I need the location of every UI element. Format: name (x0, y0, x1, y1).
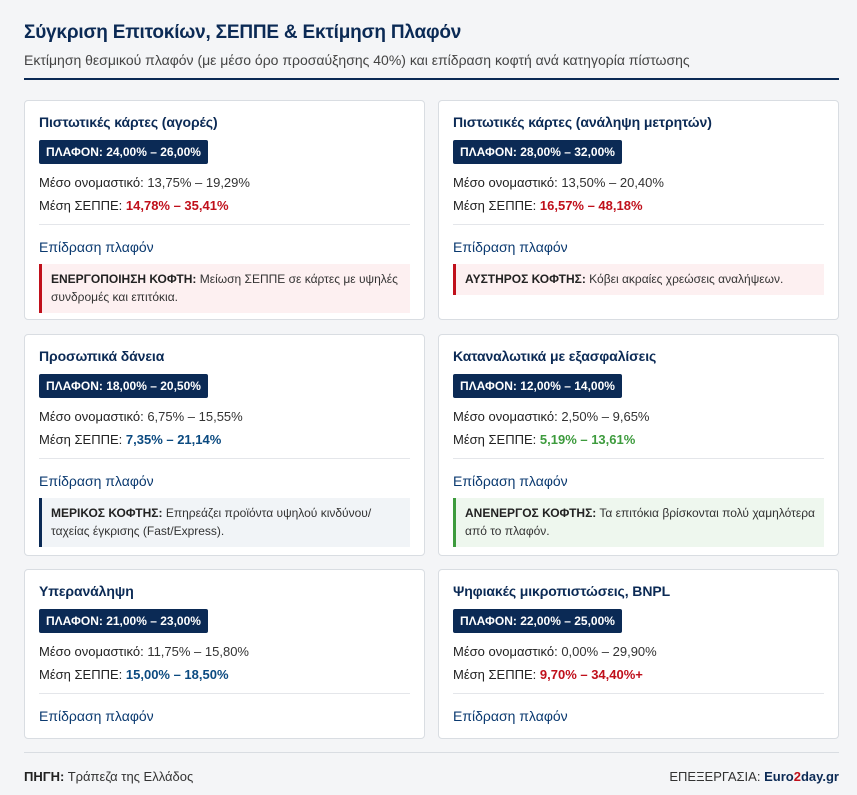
sepe-value: 14,78% – 35,41% (125, 198, 229, 213)
sepe-label: Μέση ΣΕΠΠΕ: (453, 432, 537, 447)
nominal-label: Μέσο ονομαστικό: (39, 175, 144, 190)
header-divider (24, 78, 839, 80)
card-divider (453, 224, 824, 225)
impact-heading: Επίδραση πλαφόν (39, 239, 154, 255)
impact-note: ΜΕΡΙΚΟΣ ΚΟΦΤΗΣ: Επηρεάζει προϊόντα υψηλο… (39, 498, 410, 547)
card-divider (453, 693, 824, 694)
sepe-value: 9,70% – 34,40%+ (539, 667, 643, 682)
sepe-row: Μέση ΣΕΠΠΕ: 7,35% – 21,14% (39, 431, 410, 448)
card-divider (453, 458, 824, 459)
card-personal-loans: Προσωπικά δάνεια ΠΛΑΦΟΝ: 18,00% – 20,50%… (24, 334, 425, 556)
nominal-label: Μέσο ονομαστικό: (453, 644, 558, 659)
processing-label: ΕΠΕΞΕΡΓΑΣΙΑ: (669, 769, 761, 784)
sepe-label: Μέση ΣΕΠΠΕ: (453, 198, 537, 213)
plafon-badge: ΠΛΑΦΟΝ: 22,00% – 25,00% (453, 609, 622, 633)
nominal-value: 11,75% – 15,80% (147, 644, 249, 659)
sepe-value: 7,35% – 21,14% (125, 432, 222, 447)
impact-note-label: ΜΕΡΙΚΟΣ ΚΟΦΤΗΣ: (51, 506, 163, 520)
card-divider (39, 693, 410, 694)
sepe-value: 15,00% – 18,50% (125, 667, 229, 682)
nominal-row: Μέσο ονομαστικό: 0,00% – 29,90% (453, 643, 824, 660)
brand-logo[interactable]: Euro2day.gr (764, 769, 839, 784)
sepe-label: Μέση ΣΕΠΠΕ: (453, 667, 537, 682)
nominal-label: Μέσο ονομαστικό: (453, 175, 558, 190)
plafon-badge: ΠΛΑΦΟΝ: 28,00% – 32,00% (453, 140, 622, 164)
nominal-row: Μέσο ονομαστικό: 6,75% – 15,55% (39, 408, 410, 425)
card-credit-card-cash: Πιστωτικές κάρτες (ανάληψη μετρητών) ΠΛΑ… (438, 100, 839, 320)
card-title: Ψηφιακές μικροπιστώσεις, BNPL (453, 583, 671, 599)
card-title: Υπερανάληψη (39, 583, 134, 599)
card-title: Καταναλωτικά με εξασφαλίσεις (453, 348, 657, 364)
nominal-value: 0,00% – 29,90% (561, 644, 657, 659)
footer: ΠΗΓΗ: Τράπεζα της Ελλάδος ΕΠΕΞΕΡΓΑΣΙΑ: E… (24, 752, 839, 784)
plafon-badge: ΠΛΑΦΟΝ: 24,00% – 26,00% (39, 140, 208, 164)
nominal-label: Μέσο ονομαστικό: (39, 409, 144, 424)
page-title: Σύγκριση Επιτοκίων, ΣΕΠΠΕ & Εκτίμηση Πλα… (24, 22, 462, 43)
card-title: Πιστωτικές κάρτες (αγορές) (39, 114, 218, 130)
impact-heading: Επίδραση πλαφόν (39, 708, 154, 724)
impact-note: ΕΝΕΡΓΟΠΟΙΗΣΗ ΚΟΦΤΗ: Μείωση ΣΕΠΠΕ σε κάρτ… (39, 264, 410, 313)
nominal-row: Μέσο ονομαστικό: 2,50% – 9,65% (453, 408, 824, 425)
source-label: ΠΗΓΗ: (24, 769, 65, 784)
impact-note: ΑΝΕΝΕΡΓΟΣ ΚΟΦΤΗΣ: Τα επιτόκια βρίσκονται… (453, 498, 824, 547)
plafon-badge: ΠΛΑΦΟΝ: 18,00% – 20,50% (39, 374, 208, 398)
sepe-value: 16,57% – 48,18% (539, 198, 643, 213)
impact-heading: Επίδραση πλαφόν (453, 239, 568, 255)
sepe-row: Μέση ΣΕΠΠΕ: 5,19% – 13,61% (453, 431, 824, 448)
impact-note-text: Κόβει ακραίες χρεώσεις αναλήψεων. (589, 272, 784, 286)
source-value: Τράπεζα της Ελλάδος (67, 769, 194, 784)
impact-heading: Επίδραση πλαφόν (453, 473, 568, 489)
nominal-value: 13,50% – 20,40% (561, 175, 664, 190)
sepe-value: 5,19% – 13,61% (539, 432, 636, 447)
card-credit-card-purchases: Πιστωτικές κάρτες (αγορές) ΠΛΑΦΟΝ: 24,00… (24, 100, 425, 320)
nominal-value: 13,75% – 19,29% (147, 175, 250, 190)
sepe-row: Μέση ΣΕΠΠΕ: 14,78% – 35,41% (39, 197, 410, 214)
sepe-row: Μέση ΣΕΠΠΕ: 16,57% – 48,18% (453, 197, 824, 214)
card-divider (39, 458, 410, 459)
nominal-value: 6,75% – 15,55% (147, 409, 243, 424)
plafon-badge: ΠΛΑΦΟΝ: 12,00% – 14,00% (453, 374, 622, 398)
nominal-row: Μέσο ονομαστικό: 13,50% – 20,40% (453, 174, 824, 191)
nominal-label: Μέσο ονομαστικό: (39, 644, 144, 659)
sepe-label: Μέση ΣΕΠΠΕ: (39, 432, 123, 447)
card-title: Προσωπικά δάνεια (39, 348, 165, 364)
page-subtitle: Εκτίμηση θεσμικού πλαφόν (με μέσο όρο πρ… (24, 52, 690, 68)
nominal-label: Μέσο ονομαστικό: (453, 409, 558, 424)
sepe-row: Μέση ΣΕΠΠΕ: 9,70% – 34,40%+ (453, 666, 824, 683)
sepe-row: Μέση ΣΕΠΠΕ: 15,00% – 18,50% (39, 666, 410, 683)
impact-note-label: ΑΝΕΝΕΡΓΟΣ ΚΟΦΤΗΣ: (465, 506, 597, 520)
impact-heading: Επίδραση πλαφόν (453, 708, 568, 724)
card-digital-microcredit-bnpl: Ψηφιακές μικροπιστώσεις, BNPL ΠΛΑΦΟΝ: 22… (438, 569, 839, 739)
sepe-label: Μέση ΣΕΠΠΕ: (39, 667, 123, 682)
card-title: Πιστωτικές κάρτες (ανάληψη μετρητών) (453, 114, 712, 130)
card-overdraft: Υπερανάληψη ΠΛΑΦΟΝ: 21,00% – 23,00% Μέσο… (24, 569, 425, 739)
brand-part-2: 2 (793, 769, 801, 784)
impact-note: ΑΥΣΤΗΡΟΣ ΚΟΦΤΗΣ: Κόβει ακραίες χρεώσεις … (453, 264, 824, 295)
source-credit: ΠΗΓΗ: Τράπεζα της Ελλάδος (24, 769, 193, 784)
page: Σύγκριση Επιτοκίων, ΣΕΠΠΕ & Εκτίμηση Πλα… (0, 0, 857, 795)
nominal-value: 2,50% – 9,65% (561, 409, 650, 424)
card-divider (39, 224, 410, 225)
card-secured-consumer: Καταναλωτικά με εξασφαλίσεις ΠΛΑΦΟΝ: 12,… (438, 334, 839, 556)
brand-part-3: day.gr (800, 769, 839, 784)
sepe-label: Μέση ΣΕΠΠΕ: (39, 198, 123, 213)
impact-note-label: ΕΝΕΡΓΟΠΟΙΗΣΗ ΚΟΦΤΗ: (51, 272, 197, 286)
brand-part-1: Euro (764, 769, 794, 784)
nominal-row: Μέσο ονομαστικό: 13,75% – 19,29% (39, 174, 410, 191)
impact-heading: Επίδραση πλαφόν (39, 473, 154, 489)
nominal-row: Μέσο ονομαστικό: 11,75% – 15,80% (39, 643, 410, 660)
processing-credit: ΕΠΕΞΕΡΓΑΣΙΑ: Euro2day.gr (669, 769, 839, 784)
impact-note-label: ΑΥΣΤΗΡΟΣ ΚΟΦΤΗΣ: (465, 272, 586, 286)
plafon-badge: ΠΛΑΦΟΝ: 21,00% – 23,00% (39, 609, 208, 633)
